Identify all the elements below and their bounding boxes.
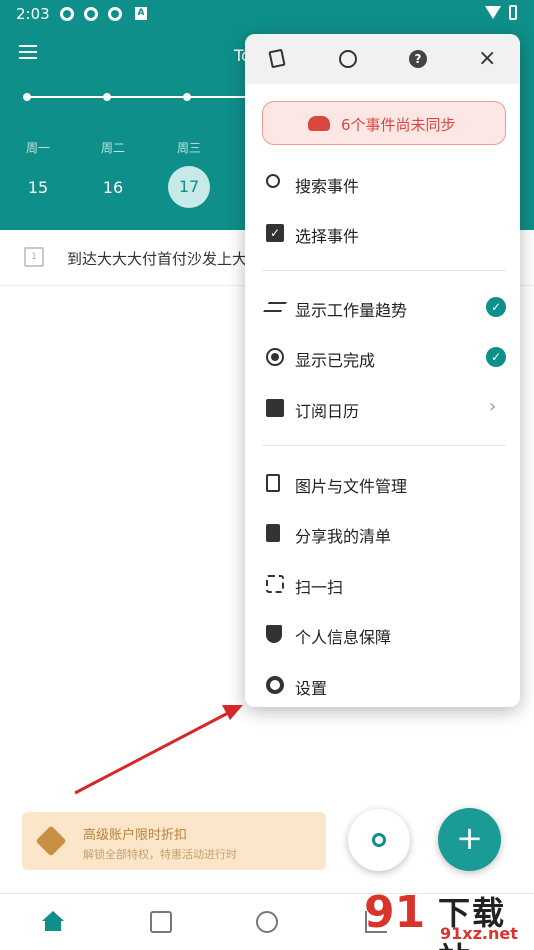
menu-item-label: 搜索事件 [295,177,360,196]
menu-item-privacy[interactable]: 个人信息保障 [245,612,520,656]
menu-item-label: 扫一扫 [295,578,344,597]
checked-icon[interactable]: ✓ [486,297,506,317]
notification-icon [108,7,122,21]
completed-icon [266,348,284,366]
chevron-right-icon: › [489,396,497,417]
menu-item-label: 分享我的清单 [295,527,392,546]
select-icon: ✓ [266,224,284,242]
day-number-selected[interactable]: 17 [168,166,210,208]
share-list-icon [266,524,280,542]
globe-icon[interactable] [339,50,357,68]
sync-warning-banner[interactable]: 6个事件尚未同步 [262,101,506,145]
watermark-url: 91xz.net [440,924,518,943]
trend-icon [263,302,287,312]
menu-item-label: 个人信息保障 [295,628,392,647]
weekday-label: 周三 [176,141,201,155]
task-title[interactable]: 到达大大大付首付沙发上大 [67,248,247,269]
arrow-shaft [74,711,229,795]
promo-title: 高级账户限时折扣 [83,828,188,843]
rss-icon [266,399,284,417]
status-bar: 2:03 A [0,0,534,28]
day-number[interactable]: 16 [93,178,133,197]
hamburger-menu-icon[interactable] [19,45,37,59]
menu-item-search-events[interactable]: 搜索事件 [245,161,520,205]
menu-item-label: 订阅日历 [295,402,360,421]
sun-icon [372,833,386,847]
menu-item-label: 显示工作量趋势 [295,301,408,320]
notification-icon [60,7,74,21]
menu-item-workload-trend[interactable]: 显示工作量趋势 ✓ [245,285,520,329]
add-event-button[interactable]: + [438,808,501,871]
menu-item-settings[interactable]: 设置 [245,663,520,707]
menu-item-select-events[interactable]: ✓ 选择事件 [245,211,520,255]
promo-subtitle: 解锁全部特权，特惠活动进行时 [83,848,237,861]
a-notification-icon: A [135,7,147,20]
timeline-dot [23,93,31,101]
tag-icon [35,825,67,857]
status-time: 2:03 [16,5,50,23]
menu-item-share-list[interactable]: 分享我的清单 [245,511,520,555]
menu-item-label: 选择事件 [295,227,360,246]
divider [262,270,506,271]
task-checkbox[interactable]: 1 [24,247,44,267]
skin-icon[interactable] [268,48,286,69]
timeline-dot [183,93,191,101]
battery-icon [509,5,517,20]
help-icon[interactable]: ? [409,50,427,68]
menu-item-subscribe-calendar[interactable]: 订阅日历 › [245,386,520,430]
day-number[interactable]: 15 [18,178,58,197]
home-icon[interactable] [42,911,64,933]
close-icon[interactable]: × [478,48,496,70]
gear-icon [266,676,284,694]
arrow-head [222,705,243,720]
overflow-menu: ? × 6个事件尚未同步 搜索事件 ✓ 选择事件 显示工作量趋势 ✓ 显示已完成… [245,34,520,707]
menu-item-label: 设置 [295,679,328,698]
cloud-off-icon [308,116,330,131]
scan-icon [266,575,284,593]
divider [262,445,506,446]
watermark-logo: 91 [364,887,426,938]
menu-item-label: 图片与文件管理 [295,477,408,496]
wifi-icon [485,6,501,19]
weekday-label: 周二 [100,141,125,155]
menu-item-show-completed[interactable]: 显示已完成 ✓ [245,335,520,379]
weekday-label: 周一 [25,141,50,155]
menu-item-label: 显示已完成 [295,351,376,370]
week-timeline [27,96,267,98]
sync-warning-text: 6个事件尚未同步 [341,116,456,134]
search-icon [266,174,280,188]
premium-promo-banner[interactable]: 高级账户限时折扣 解锁全部特权，特惠活动进行时 [22,812,326,870]
timer-icon[interactable] [256,911,278,933]
file-icon [266,474,280,492]
theme-toggle-button[interactable] [348,809,410,871]
shield-icon [266,625,282,643]
checked-icon[interactable]: ✓ [486,347,506,367]
timeline-dot [103,93,111,101]
calendar-icon[interactable] [150,911,172,933]
menu-toolbar: ? × [245,34,520,84]
menu-item-scan[interactable]: 扫一扫 [245,562,520,606]
notification-icon [84,7,98,21]
menu-item-file-management[interactable]: 图片与文件管理 [245,461,520,505]
